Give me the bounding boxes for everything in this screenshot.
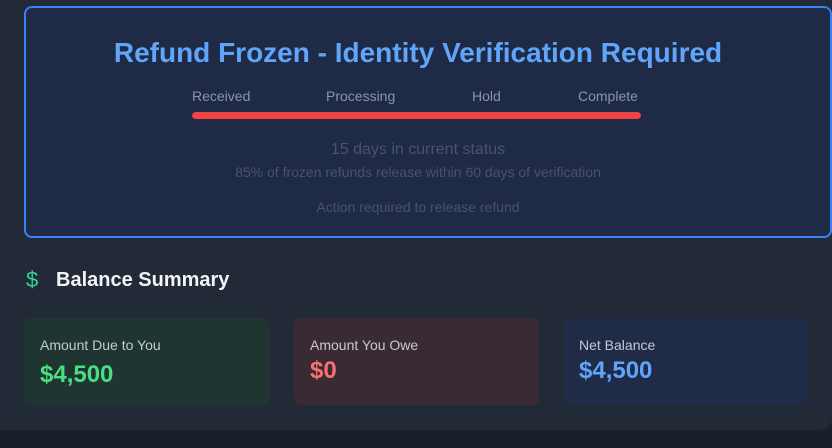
- amount-owe-card: Amount You Owe $0: [294, 318, 539, 405]
- release-statistic: 85% of frozen refunds release within 60 …: [235, 164, 601, 180]
- amount-due-label: Amount Due to You: [40, 337, 161, 353]
- balance-summary-header: $ Balance Summary: [26, 266, 229, 294]
- stage-received: Received: [192, 88, 251, 104]
- refund-status-panel: Refund Frozen - Identity Verification Re…: [0, 0, 832, 430]
- status-title: Refund Frozen - Identity Verification Re…: [113, 37, 723, 68]
- net-balance-value: $4,500: [579, 357, 653, 384]
- refund-progress-bar: [192, 112, 641, 119]
- balance-summary-title: Balance Summary: [56, 269, 230, 291]
- stage-processing: Processing: [326, 88, 396, 104]
- amount-due-card: Amount Due to You $4,500: [24, 318, 269, 405]
- refund-progress-fill: [192, 112, 641, 119]
- amount-owe-label: Amount You Owe: [310, 337, 419, 353]
- refund-status-card: Refund Frozen - Identity Verification Re…: [24, 6, 832, 238]
- net-balance-label: Net Balance: [579, 337, 656, 353]
- stage-hold: Hold: [472, 88, 501, 104]
- net-balance-card: Net Balance $4,500: [563, 318, 808, 405]
- amount-due-value: $4,500: [40, 361, 114, 388]
- days-in-status: 15 days in current status: [330, 141, 506, 158]
- stage-complete: Complete: [578, 88, 638, 104]
- dollar-icon: $: [26, 267, 39, 292]
- action-required-note: Action required to release refund: [316, 199, 520, 215]
- amount-owe-value: $0: [310, 357, 337, 384]
